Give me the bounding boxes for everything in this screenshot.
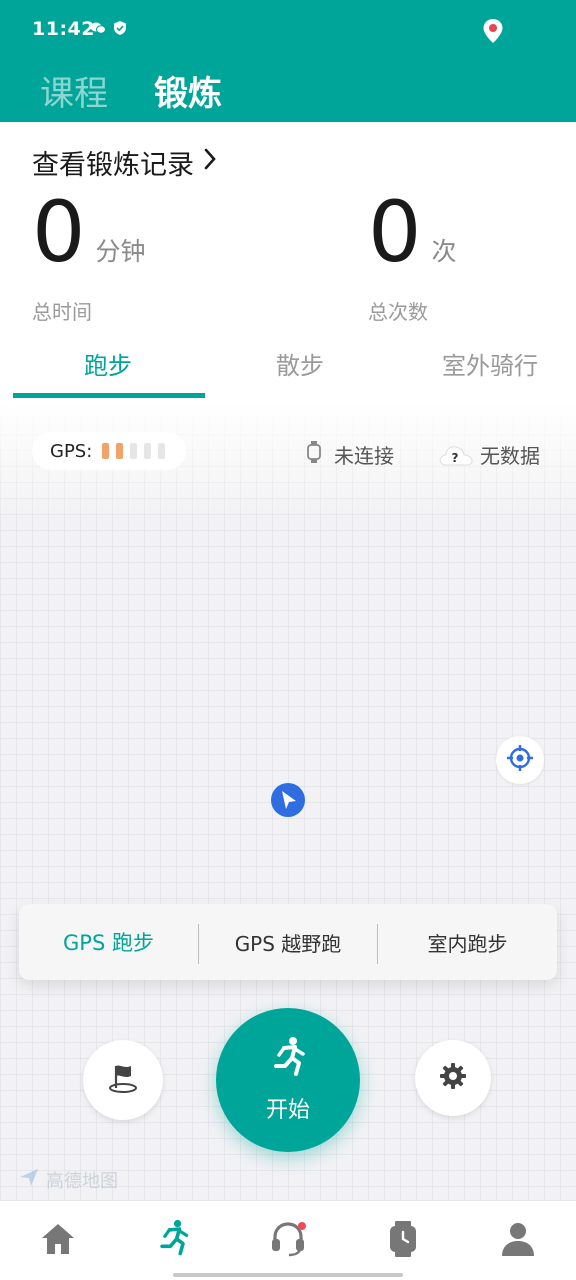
watch-connection-status[interactable]: 未连接 bbox=[306, 440, 394, 469]
gps-bar bbox=[102, 443, 110, 459]
route-flag-button[interactable] bbox=[83, 1040, 163, 1120]
locate-me-button[interactable] bbox=[496, 736, 544, 784]
watch-status-label: 未连接 bbox=[334, 444, 394, 468]
running-icon bbox=[153, 1219, 193, 1263]
wechat-icon bbox=[90, 20, 106, 36]
gear-icon bbox=[438, 1061, 468, 1095]
view-records-link[interactable]: 查看锻炼记录 bbox=[32, 143, 218, 182]
home-indicator bbox=[173, 1273, 403, 1277]
start-button[interactable]: 开始 bbox=[216, 1008, 360, 1152]
gps-bar bbox=[158, 443, 166, 459]
nav-service[interactable] bbox=[268, 1221, 308, 1261]
gps-signal-indicator: GPS: bbox=[32, 432, 186, 470]
location-pin-icon bbox=[482, 18, 504, 44]
view-records-label: 查看锻炼记录 bbox=[32, 150, 194, 181]
tab-walking[interactable]: 散步 bbox=[276, 346, 324, 381]
app-header: 11:42 课程 锻炼 bbox=[0, 0, 576, 122]
notification-badge bbox=[298, 1222, 306, 1230]
mode-gps-run[interactable]: GPS 跑步 bbox=[19, 904, 198, 980]
mode-gps-trail-run[interactable]: GPS 越野跑 bbox=[199, 904, 377, 980]
total-time-unit: 分钟 bbox=[95, 237, 146, 266]
total-count-value: 0 bbox=[368, 183, 422, 281]
gps-bar bbox=[144, 443, 152, 459]
tab-courses[interactable]: 课程 bbox=[40, 66, 108, 115]
active-tab-indicator bbox=[13, 393, 205, 398]
gps-bar bbox=[116, 443, 124, 459]
total-time-stat: 0 分钟 bbox=[32, 190, 145, 274]
gps-signal-bars bbox=[102, 443, 166, 459]
status-icons bbox=[90, 20, 128, 36]
mode-indoor-run[interactable]: 室内跑步 bbox=[378, 904, 557, 980]
nav-home[interactable] bbox=[38, 1221, 78, 1261]
chevron-right-icon bbox=[202, 147, 218, 178]
weather-status-label: 无数据 bbox=[480, 444, 540, 468]
start-button-label: 开始 bbox=[265, 1098, 310, 1123]
map-provider-watermark: 高德地图 bbox=[18, 1166, 118, 1193]
headset-icon bbox=[268, 1219, 308, 1263]
tab-running[interactable]: 跑步 bbox=[84, 346, 132, 381]
settings-button[interactable] bbox=[415, 1040, 491, 1116]
tab-outdoor-cycling[interactable]: 室外骑行 bbox=[442, 346, 538, 381]
total-time-value: 0 bbox=[32, 183, 86, 281]
current-location-arrow-icon bbox=[270, 782, 306, 818]
weather-status[interactable]: ? 无数据 bbox=[438, 440, 540, 469]
profile-icon bbox=[499, 1220, 537, 1262]
gps-bar bbox=[130, 443, 138, 459]
running-person-icon bbox=[268, 1036, 308, 1084]
flag-icon bbox=[106, 1061, 140, 1099]
total-count-stat: 0次 bbox=[368, 190, 456, 274]
home-icon bbox=[39, 1221, 77, 1261]
nav-profile[interactable] bbox=[498, 1221, 538, 1261]
sport-tabs: 跑步 散步 室外骑行 bbox=[0, 340, 576, 400]
map-provider-logo-icon bbox=[18, 1166, 40, 1193]
weather-icon-glyph: ? bbox=[452, 451, 459, 465]
bottom-navigation bbox=[0, 1200, 576, 1280]
cloud-question-icon: ? bbox=[438, 443, 474, 467]
map-provider-label: 高德地图 bbox=[46, 1170, 118, 1192]
watch-icon bbox=[386, 1220, 420, 1262]
total-count-label: 总次数 bbox=[368, 300, 428, 324]
status-time: 11:42 bbox=[32, 18, 95, 40]
gps-label: GPS: bbox=[50, 440, 93, 462]
tab-exercise[interactable]: 锻炼 bbox=[154, 66, 222, 115]
nav-exercise[interactable] bbox=[153, 1219, 193, 1263]
total-count-unit: 次 bbox=[431, 237, 457, 266]
top-tabs: 课程 锻炼 bbox=[40, 66, 222, 115]
total-time-label: 总时间 bbox=[32, 300, 92, 324]
smartwatch-icon bbox=[306, 440, 322, 469]
shield-check-icon bbox=[112, 20, 128, 36]
crosshair-icon bbox=[505, 743, 535, 777]
run-mode-selector: GPS 跑步 GPS 越野跑 室内跑步 bbox=[19, 904, 557, 980]
nav-device[interactable] bbox=[383, 1221, 423, 1261]
